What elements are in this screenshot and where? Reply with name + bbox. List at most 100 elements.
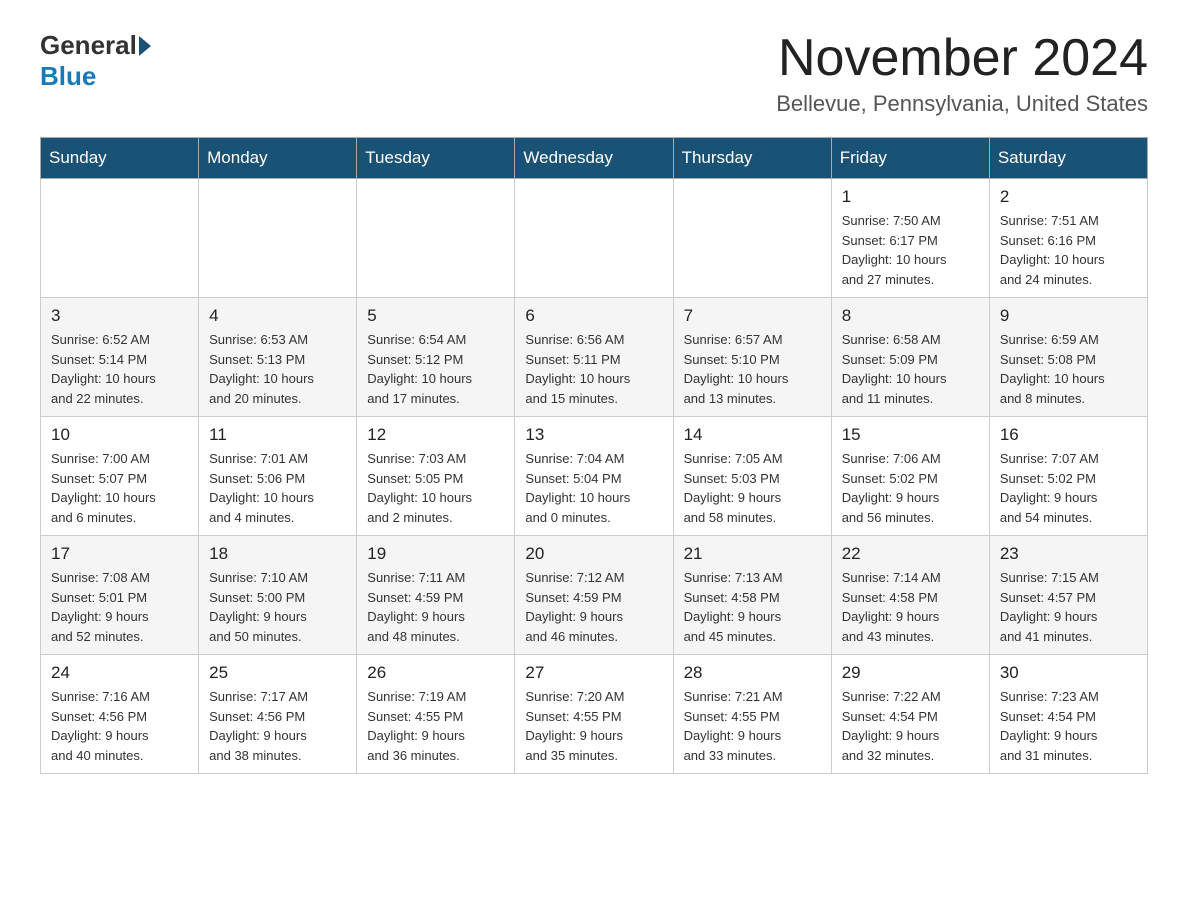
calendar-cell: 18 Sunrise: 7:10 AM Sunset: 5:00 PM Dayli… <box>199 536 357 655</box>
day-number: 27 <box>525 663 662 683</box>
calendar-cell: 17Sunrise: 7:08 AM Sunset: 5:01 PM Dayli… <box>41 536 199 655</box>
calendar-cell: 12 Sunrise: 7:03 AM Sunset: 5:05 PM Dayli… <box>357 417 515 536</box>
calendar-cell: 11Sunrise: 7:01 AM Sunset: 5:06 PM Dayli… <box>199 417 357 536</box>
calendar-cell: 22 Sunrise: 7:14 AM Sunset: 4:58 PM Dayli… <box>831 536 989 655</box>
calendar-week-1: 1Sunrise: 7:50 AM Sunset: 6:17 PM Daylig… <box>41 179 1148 298</box>
day-number: 16 <box>1000 425 1137 445</box>
day-number: 5 <box>367 306 504 326</box>
day-number: 23 <box>1000 544 1137 564</box>
calendar-cell: 30 Sunrise: 7:23 AM Sunset: 4:54 PM Dayli… <box>989 655 1147 774</box>
logo-arrow-icon <box>139 36 151 56</box>
calendar-cell: 8 Sunrise: 6:58 AM Sunset: 5:09 PM Daylig… <box>831 298 989 417</box>
day-info: Sunrise: 7:17 AM Sunset: 4:56 PM Dayligh… <box>209 687 346 765</box>
day-number: 26 <box>367 663 504 683</box>
day-info: Sunrise: 7:03 AM Sunset: 5:05 PM Dayligh… <box>367 449 504 527</box>
day-info: Sunrise: 7:13 AM Sunset: 4:58 PM Dayligh… <box>684 568 821 646</box>
month-title: November 2024 <box>776 30 1148 87</box>
day-number: 3 <box>51 306 188 326</box>
weekday-header-sunday: Sunday <box>41 138 199 179</box>
calendar-cell: 20 Sunrise: 7:12 AM Sunset: 4:59 PM Dayli… <box>515 536 673 655</box>
calendar-cell: 6 Sunrise: 6:56 AM Sunset: 5:11 PM Daylig… <box>515 298 673 417</box>
calendar-cell: 29 Sunrise: 7:22 AM Sunset: 4:54 PM Dayli… <box>831 655 989 774</box>
calendar-table: SundayMondayTuesdayWednesdayThursdayFrid… <box>40 137 1148 774</box>
calendar-cell: 9 Sunrise: 6:59 AM Sunset: 5:08 PM Daylig… <box>989 298 1147 417</box>
calendar-cell <box>357 179 515 298</box>
logo: General Blue <box>40 30 153 92</box>
calendar-cell: 27 Sunrise: 7:20 AM Sunset: 4:55 PM Dayli… <box>515 655 673 774</box>
day-info: Sunrise: 6:58 AM Sunset: 5:09 PM Dayligh… <box>842 330 979 408</box>
day-number: 17 <box>51 544 188 564</box>
day-number: 6 <box>525 306 662 326</box>
day-number: 28 <box>684 663 821 683</box>
day-number: 18 <box>209 544 346 564</box>
day-number: 22 <box>842 544 979 564</box>
day-number: 7 <box>684 306 821 326</box>
calendar-week-5: 24 Sunrise: 7:16 AM Sunset: 4:56 PM Dayli… <box>41 655 1148 774</box>
day-info: Sunrise: 6:56 AM Sunset: 5:11 PM Dayligh… <box>525 330 662 408</box>
day-info: Sunrise: 6:57 AM Sunset: 5:10 PM Dayligh… <box>684 330 821 408</box>
day-number: 4 <box>209 306 346 326</box>
day-info: Sunrise: 7:04 AM Sunset: 5:04 PM Dayligh… <box>525 449 662 527</box>
day-info: Sunrise: 7:11 AM Sunset: 4:59 PM Dayligh… <box>367 568 504 646</box>
day-number: 10 <box>51 425 188 445</box>
day-number: 30 <box>1000 663 1137 683</box>
day-number: 12 <box>367 425 504 445</box>
calendar-cell: 5Sunrise: 6:54 AM Sunset: 5:12 PM Daylig… <box>357 298 515 417</box>
day-info: Sunrise: 7:14 AM Sunset: 4:58 PM Dayligh… <box>842 568 979 646</box>
calendar-cell: 4 Sunrise: 6:53 AM Sunset: 5:13 PM Daylig… <box>199 298 357 417</box>
weekday-header-row: SundayMondayTuesdayWednesdayThursdayFrid… <box>41 138 1148 179</box>
day-number: 14 <box>684 425 821 445</box>
calendar-cell: 16Sunrise: 7:07 AM Sunset: 5:02 PM Dayli… <box>989 417 1147 536</box>
day-number: 11 <box>209 425 346 445</box>
calendar-cell: 28 Sunrise: 7:21 AM Sunset: 4:55 PM Dayli… <box>673 655 831 774</box>
day-number: 13 <box>525 425 662 445</box>
day-number: 29 <box>842 663 979 683</box>
logo-general-text: General <box>40 30 137 61</box>
calendar-cell <box>515 179 673 298</box>
day-info: Sunrise: 6:59 AM Sunset: 5:08 PM Dayligh… <box>1000 330 1137 408</box>
day-info: Sunrise: 7:23 AM Sunset: 4:54 PM Dayligh… <box>1000 687 1137 765</box>
weekday-header-tuesday: Tuesday <box>357 138 515 179</box>
day-number: 25 <box>209 663 346 683</box>
calendar-cell: 26Sunrise: 7:19 AM Sunset: 4:55 PM Dayli… <box>357 655 515 774</box>
day-number: 8 <box>842 306 979 326</box>
weekday-header-thursday: Thursday <box>673 138 831 179</box>
day-info: Sunrise: 7:15 AM Sunset: 4:57 PM Dayligh… <box>1000 568 1137 646</box>
day-info: Sunrise: 7:12 AM Sunset: 4:59 PM Dayligh… <box>525 568 662 646</box>
day-number: 20 <box>525 544 662 564</box>
location-title: Bellevue, Pennsylvania, United States <box>776 91 1148 117</box>
calendar-cell <box>673 179 831 298</box>
day-info: Sunrise: 6:53 AM Sunset: 5:13 PM Dayligh… <box>209 330 346 408</box>
day-info: Sunrise: 7:05 AM Sunset: 5:03 PM Dayligh… <box>684 449 821 527</box>
day-info: Sunrise: 6:52 AM Sunset: 5:14 PM Dayligh… <box>51 330 188 408</box>
day-info: Sunrise: 7:06 AM Sunset: 5:02 PM Dayligh… <box>842 449 979 527</box>
day-number: 24 <box>51 663 188 683</box>
day-info: Sunrise: 7:00 AM Sunset: 5:07 PM Dayligh… <box>51 449 188 527</box>
calendar-cell: 7 Sunrise: 6:57 AM Sunset: 5:10 PM Daylig… <box>673 298 831 417</box>
logo-blue-text: Blue <box>40 61 96 91</box>
calendar-week-2: 3 Sunrise: 6:52 AM Sunset: 5:14 PM Daylig… <box>41 298 1148 417</box>
calendar-cell <box>41 179 199 298</box>
day-number: 2 <box>1000 187 1137 207</box>
weekday-header-friday: Friday <box>831 138 989 179</box>
calendar-cell: 25 Sunrise: 7:17 AM Sunset: 4:56 PM Dayli… <box>199 655 357 774</box>
calendar-cell: 21 Sunrise: 7:13 AM Sunset: 4:58 PM Dayli… <box>673 536 831 655</box>
day-info: Sunrise: 7:10 AM Sunset: 5:00 PM Dayligh… <box>209 568 346 646</box>
weekday-header-wednesday: Wednesday <box>515 138 673 179</box>
calendar-cell: 15Sunrise: 7:06 AM Sunset: 5:02 PM Dayli… <box>831 417 989 536</box>
day-info: Sunrise: 7:16 AM Sunset: 4:56 PM Dayligh… <box>51 687 188 765</box>
day-number: 9 <box>1000 306 1137 326</box>
calendar-cell: 1Sunrise: 7:50 AM Sunset: 6:17 PM Daylig… <box>831 179 989 298</box>
day-info: Sunrise: 7:22 AM Sunset: 4:54 PM Dayligh… <box>842 687 979 765</box>
day-info: Sunrise: 7:20 AM Sunset: 4:55 PM Dayligh… <box>525 687 662 765</box>
calendar-cell: 13 Sunrise: 7:04 AM Sunset: 5:04 PM Dayli… <box>515 417 673 536</box>
page-header: General Blue November 2024 Bellevue, Pen… <box>40 30 1148 117</box>
calendar-cell: 14 Sunrise: 7:05 AM Sunset: 5:03 PM Dayli… <box>673 417 831 536</box>
day-number: 21 <box>684 544 821 564</box>
day-info: Sunrise: 7:21 AM Sunset: 4:55 PM Dayligh… <box>684 687 821 765</box>
calendar-cell: 3 Sunrise: 6:52 AM Sunset: 5:14 PM Daylig… <box>41 298 199 417</box>
day-number: 19 <box>367 544 504 564</box>
day-info: Sunrise: 7:51 AM Sunset: 6:16 PM Dayligh… <box>1000 211 1137 289</box>
calendar-cell <box>199 179 357 298</box>
calendar-week-4: 17Sunrise: 7:08 AM Sunset: 5:01 PM Dayli… <box>41 536 1148 655</box>
